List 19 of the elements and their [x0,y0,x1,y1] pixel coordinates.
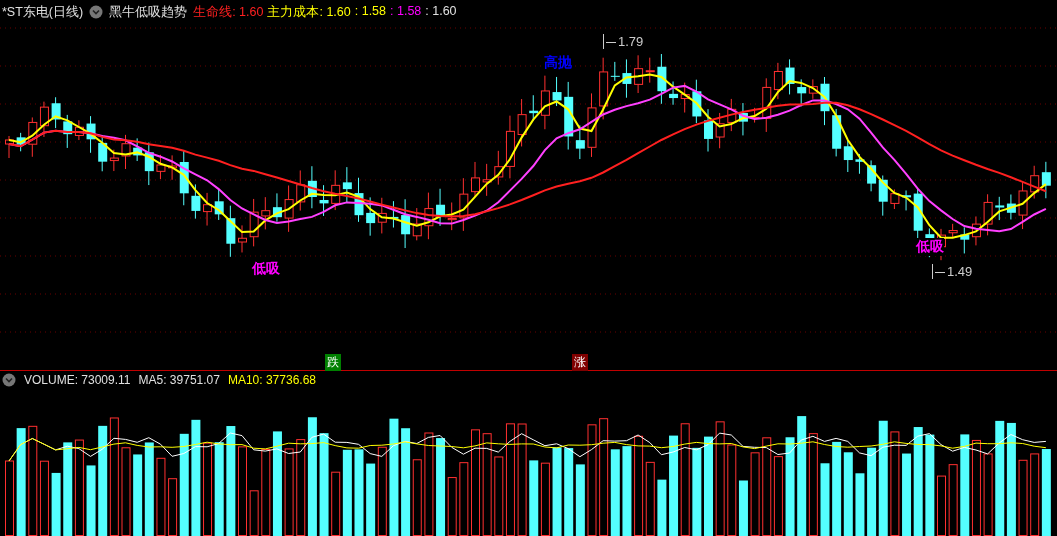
signal-badge: 跌 [325,354,341,371]
volume-value: MA10: 37736.68 [227,373,316,387]
signal-label: 高抛 [544,54,572,72]
indicator-name: 黑牛低吸趋势 [109,3,188,21]
legend-value: 生命线: 1.60 [193,3,264,21]
price-label: 1.49 [932,264,973,279]
legend-value: : 1.60 [425,3,457,20]
dropdown-icon[interactable] [89,5,104,19]
legend-value: : 1.58 [354,3,386,20]
legend-value: : 1.58 [390,3,422,20]
signal-label: 低吸 [916,238,944,256]
price-label: 1.79 [603,34,644,49]
signal-label: 低吸 [252,260,280,278]
stock-name: *ST东电(日线) [2,3,84,21]
dropdown-icon[interactable] [2,373,16,387]
volume-value: MA5: 39751.07 [138,373,220,387]
legend-value: 主力成本: 1.60 [267,3,351,21]
signal-badge: 涨 [572,354,588,371]
volume-value: VOLUME: 73009.11 [24,373,131,387]
